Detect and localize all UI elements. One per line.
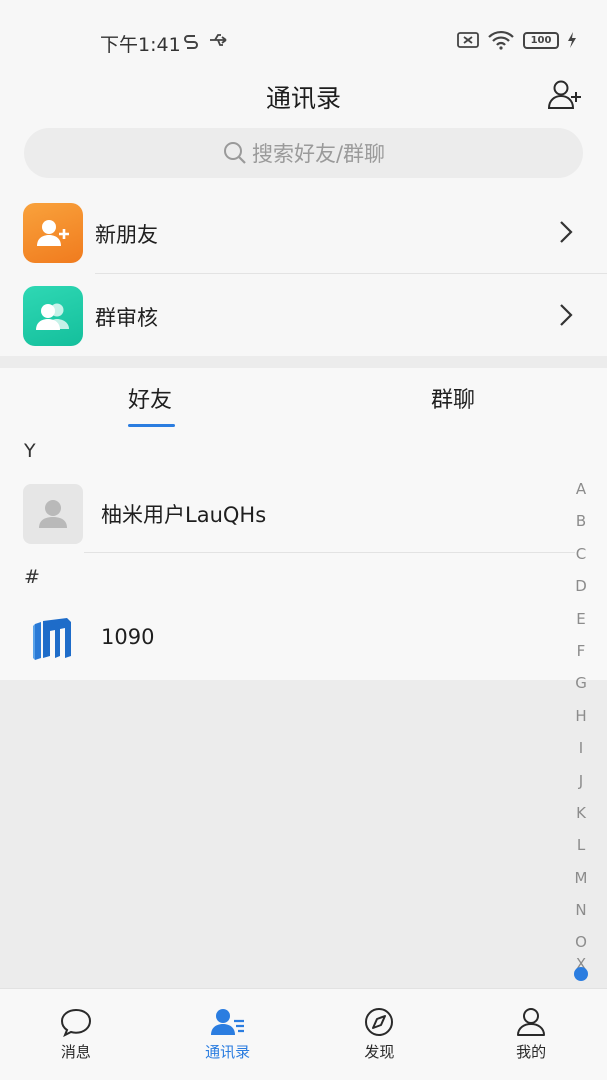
divider [84,552,575,553]
search-placeholder: 搜索好友/群聊 [251,142,386,166]
default-avatar-icon [39,500,67,528]
avatar [23,610,83,670]
add-friend-icon[interactable] [547,78,583,110]
index-letter[interactable]: A [576,478,586,510]
status-right-icons: 100 [457,30,577,50]
contact-name: 柚米用户LauQHs [101,503,267,527]
status-time: 下午1:41 [100,34,181,56]
new-friends-label: 新朋友 [95,223,158,247]
usb-icon [210,34,227,46]
contacts-section: 好友 群聊 Y 柚米用户LauQHs # 1090 [0,368,607,680]
contacts-icon [210,1009,244,1035]
status-left-icons [184,32,230,50]
contact-row[interactable]: 柚米用户LauQHs [0,476,575,550]
group-letter-hash: # [24,566,40,588]
group-review-label: 群审核 [95,306,158,330]
nav-contacts[interactable]: 通讯录 [152,989,304,1080]
status-bar: 下午1:41 100 [0,22,607,62]
battery-level: 100 [530,34,552,46]
index-letter[interactable]: D [575,575,587,607]
index-letter[interactable]: N [575,899,586,931]
add-user-icon [37,220,69,246]
group-review-icon-box [23,286,83,346]
header: 通讯录 [0,70,607,120]
nav-discover[interactable]: 发现 [304,989,456,1080]
chevron-right-icon [560,221,573,243]
top-section: 下午1:41 100 通讯录 搜索好友/群聊 新朋友 群审核 [0,0,607,356]
logo-avatar-icon [33,618,71,660]
charging-icon [568,32,576,48]
index-letter[interactable]: M [575,867,588,899]
wifi-icon [488,30,514,50]
compass-icon [365,1008,394,1036]
contact-name: 1090 [101,625,155,649]
group-review-row[interactable]: 群审核 [0,275,607,357]
new-friends-row[interactable]: 新朋友 [0,192,607,274]
index-letter[interactable]: K [576,802,586,834]
index-letter[interactable]: B [576,510,586,542]
sync-icon [184,35,198,49]
nav-messages[interactable]: 消息 [0,989,152,1080]
sim-off-icon [457,32,479,48]
group-icon [36,303,69,330]
contact-row[interactable]: 1090 [0,602,575,676]
group-letter-y: Y [24,440,36,462]
user-icon [517,1008,546,1036]
index-letter[interactable]: E [576,608,585,640]
search-icon [223,142,246,164]
tab-friends[interactable]: 好友 [128,382,172,414]
avatar [23,484,83,544]
nav-me[interactable]: 我的 [455,989,607,1080]
bottom-nav: 消息 通讯录 发现 我的 [0,988,607,1080]
nav-discover-label: 发现 [364,1043,395,1061]
search-input[interactable]: 搜索好友/群聊 [24,128,583,178]
index-letter[interactable]: C [576,543,586,575]
index-letter[interactable]: I [579,737,583,769]
alphabet-index[interactable]: A B C D E F G H I J K L M N O X [571,478,591,982]
tab-groups[interactable]: 群聊 [431,382,475,414]
chat-bubble-icon [60,1008,91,1037]
index-letter[interactable]: G [575,672,587,704]
battery-icon: 100 [523,31,559,49]
chevron-right-icon [560,304,573,326]
divider [95,273,607,274]
index-letter[interactable]: O [575,931,587,953]
index-letter[interactable]: F [577,640,586,672]
tab-active-indicator [128,424,175,427]
index-letter[interactable]: L [577,834,585,866]
nav-messages-label: 消息 [60,1043,91,1061]
nav-me-label: 我的 [516,1043,547,1061]
nav-contacts-label: 通讯录 [205,1043,251,1061]
page-title: 通讯录 [265,84,341,113]
index-letter[interactable]: H [575,705,586,737]
new-friends-icon-box [23,203,83,263]
index-letter[interactable]: J [579,770,583,802]
